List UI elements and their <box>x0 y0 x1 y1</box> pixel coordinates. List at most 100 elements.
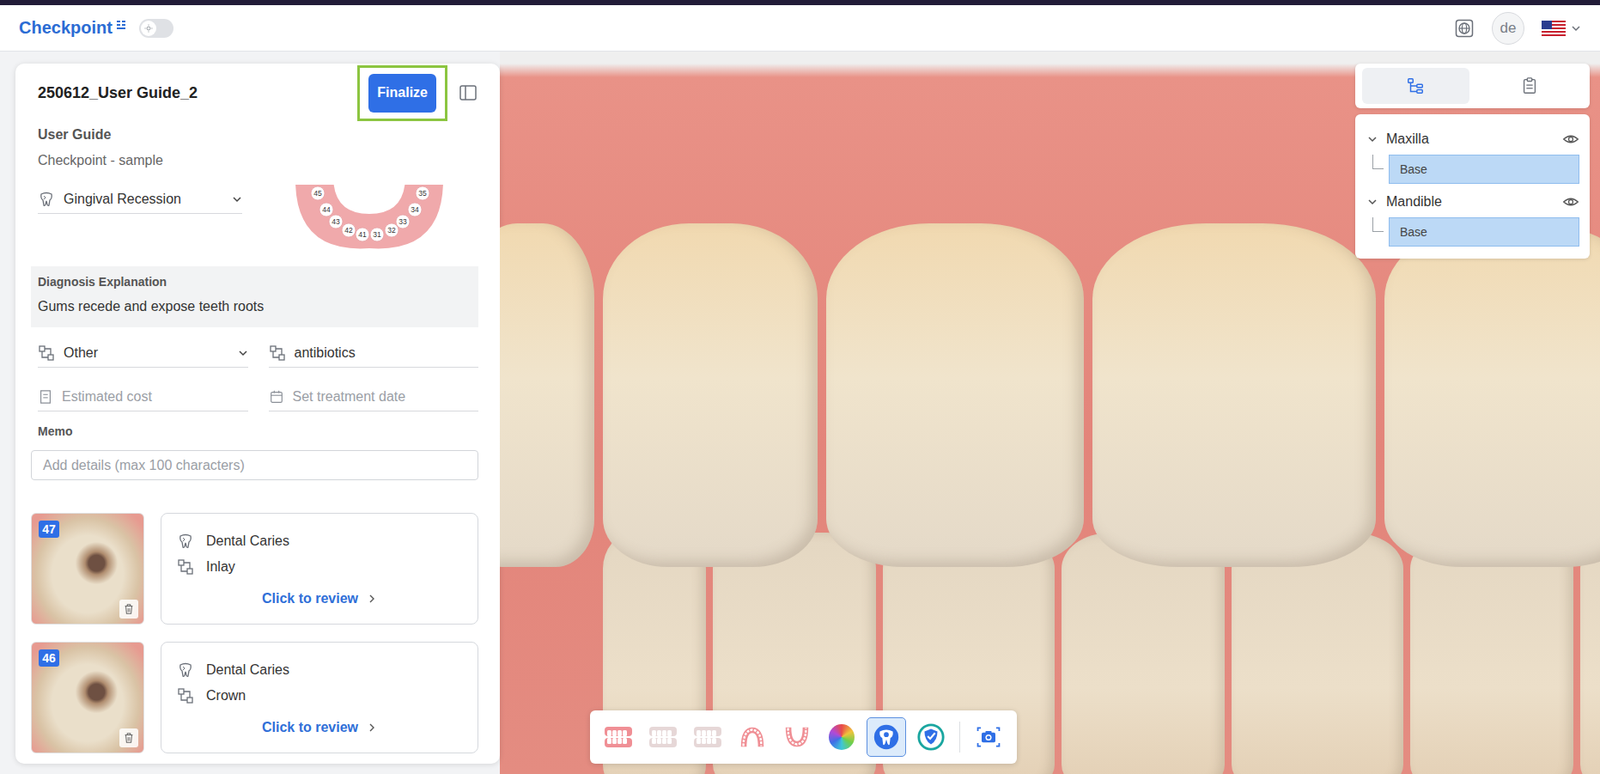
chevron-down-icon <box>231 194 243 205</box>
tooth-shape <box>1410 532 1574 774</box>
view-tab[interactable] <box>1362 67 1470 104</box>
tree-connector <box>1372 154 1384 170</box>
calendar-icon <box>268 389 285 405</box>
app-title[interactable]: Checkpoint <box>18 18 113 38</box>
toolbar-button[interactable] <box>821 717 862 757</box>
chevron-right-icon <box>366 593 378 604</box>
tooth-number: 35 <box>418 188 427 198</box>
treatment-detail-field[interactable]: antibiotics <box>268 338 480 368</box>
grid-icon <box>116 20 126 30</box>
toolbar-button[interactable] <box>777 717 817 757</box>
toolbar-button[interactable] <box>911 717 951 757</box>
tooth-shape <box>826 223 1084 567</box>
chart-tooth[interactable]: 32 <box>384 223 399 238</box>
globe-icon[interactable] <box>1453 18 1475 39</box>
case-subtitle: Checkpoint - sample <box>30 151 479 171</box>
finding-treatment: Inlay <box>176 556 463 578</box>
chart-tooth[interactable]: 45 <box>310 186 325 201</box>
chart-tooth[interactable]: 33 <box>395 214 410 229</box>
toolbar-button[interactable] <box>732 717 773 757</box>
eye-icon[interactable] <box>1562 130 1580 148</box>
view-tab[interactable] <box>1476 67 1584 104</box>
chevron-down-icon[interactable] <box>1367 196 1378 207</box>
panel-toggle-icon[interactable] <box>457 82 479 104</box>
tooth-shape <box>1092 223 1376 567</box>
tooth-number: 33 <box>398 217 408 226</box>
toolbar-button[interactable] <box>968 717 1009 757</box>
diagnosis-dropdown[interactable]: Gingival Recession <box>37 184 243 214</box>
layer-parent[interactable]: Maxilla <box>1367 127 1580 151</box>
finding-diagnosis: Dental Caries <box>176 530 463 552</box>
eye-icon[interactable] <box>1562 193 1580 211</box>
chart-tooth[interactable]: 41 <box>355 227 370 242</box>
finding-detail: Dental Caries Inlay Click to review <box>160 512 479 625</box>
case-panel: 250612_User Guide_2 Finalize User Guide Che… <box>15 63 500 764</box>
memo-placeholder: Add details (max 100 characters) <box>42 457 245 474</box>
tooth-badge: 47 <box>38 520 60 538</box>
language-select[interactable] <box>1541 20 1582 37</box>
finding-thumbnail[interactable]: 47 <box>30 512 145 625</box>
layer-group: Maxilla Base <box>1367 127 1580 184</box>
trash-icon <box>122 731 135 744</box>
tooth-number: 31 <box>372 230 382 239</box>
treatment-row: Other antibiotics <box>30 338 479 368</box>
tooth-number: 34 <box>410 205 420 214</box>
review-link[interactable]: Click to review <box>176 719 463 736</box>
theme-toggle[interactable] <box>139 18 174 38</box>
chart-tooth[interactable]: 43 <box>328 214 343 229</box>
treatment-value: Other <box>63 345 230 361</box>
chevron-down-icon[interactable] <box>1367 133 1378 145</box>
finalize-button[interactable]: Finalize <box>368 73 437 113</box>
tooth-shape <box>499 223 595 567</box>
cost-placeholder: Estimated cost <box>61 389 249 405</box>
top-bar: Checkpoint de <box>0 0 1600 52</box>
tooth-icon <box>176 661 195 679</box>
model-viewer[interactable]: Maxilla Base Mandible Base <box>499 51 1600 774</box>
treatment-icon <box>37 344 55 362</box>
tooth-shape <box>1384 223 1600 567</box>
layer-tree: Maxilla Base Mandible Base <box>1355 114 1590 259</box>
treatment-icon <box>176 558 195 576</box>
case-group: User Guide <box>30 125 479 145</box>
chart-tooth[interactable]: 34 <box>407 202 422 217</box>
tooth-shape <box>1231 532 1404 774</box>
treatment-dropdown[interactable]: Other <box>37 338 249 368</box>
layer-parent[interactable]: Mandible <box>1367 190 1580 213</box>
chart-tooth[interactable]: 31 <box>370 227 384 242</box>
memo-input[interactable]: Add details (max 100 characters) <box>30 450 479 481</box>
tooth-number: 41 <box>358 230 367 239</box>
toolbar-button[interactable] <box>598 717 639 757</box>
toolbar-button[interactable] <box>643 717 683 757</box>
upper-arch-icon <box>737 723 767 750</box>
chart-tooth[interactable]: 44 <box>319 202 334 217</box>
cost-field[interactable]: Estimated cost <box>37 382 249 412</box>
case-title: 250612_User Guide_2 <box>37 84 358 103</box>
toolbar-button[interactable] <box>687 717 728 757</box>
tooth-chart[interactable]: 45444342 41 31323334 35 <box>290 184 450 250</box>
treatment-detail: antibiotics <box>294 345 480 361</box>
case-sidebar: 250612_User Guide_2 Finalize User Guide Che… <box>0 51 500 774</box>
tooth-number: 42 <box>344 225 353 235</box>
review-link[interactable]: Click to review <box>176 590 463 607</box>
cost-date-row: Estimated cost Set treatment date <box>30 382 479 412</box>
tree-connector <box>1372 217 1384 232</box>
view-tabs <box>1355 63 1590 109</box>
brand[interactable]: Checkpoint <box>18 18 126 38</box>
tree-icon <box>1405 76 1425 96</box>
layer-child: Base <box>1367 217 1580 247</box>
chart-tooth[interactable]: 35 <box>415 186 430 201</box>
top-actions: de <box>1453 12 1582 45</box>
delete-button[interactable] <box>119 599 139 619</box>
finding-item: 46Dental CariesCrownClick to review <box>30 641 479 754</box>
layer-item[interactable]: Base <box>1388 154 1580 184</box>
delete-button[interactable] <box>119 728 139 748</box>
tooth-icon <box>176 532 195 550</box>
jaws-icon <box>602 723 634 750</box>
layer-item[interactable]: Base <box>1388 217 1580 247</box>
user-avatar[interactable]: de <box>1491 12 1525 45</box>
toolbar-button[interactable] <box>866 717 907 757</box>
chart-tooth[interactable]: 42 <box>341 223 356 238</box>
jaws-icon <box>692 723 724 750</box>
finding-thumbnail[interactable]: 46 <box>30 641 145 754</box>
date-field[interactable]: Set treatment date <box>268 382 480 412</box>
